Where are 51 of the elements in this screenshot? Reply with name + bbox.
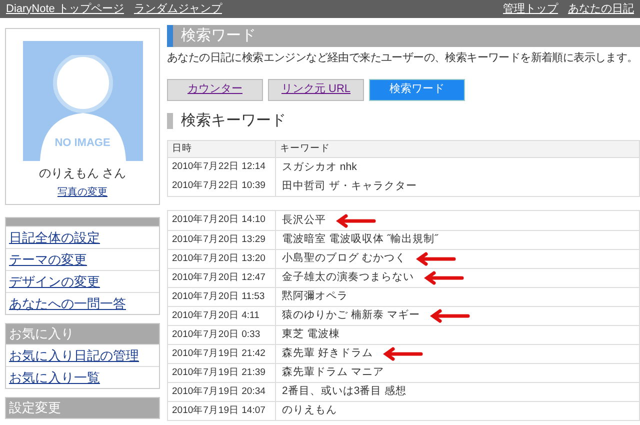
date-cell: 2010年7月19日 21:42	[168, 345, 276, 363]
section-heading: お気に入り	[6, 324, 159, 344]
keyword-cell-text: 猿のゆりかご 楠新泰 マギー	[282, 308, 420, 324]
sidebar-link[interactable]: 日記全体の設定	[9, 228, 100, 248]
nav-link[interactable]: ランダムジャンプ	[134, 0, 222, 18]
column-header: 日時	[168, 141, 276, 157]
date-cell: 2010年7月20日 11:53	[168, 288, 276, 306]
date-cell: 2010年7月19日 21:39	[168, 364, 276, 382]
keyword-cell-text: 小島聖のブログ むかつく	[282, 251, 406, 266]
section-title: 検索キーワード	[181, 110, 286, 130]
nav-link[interactable]: DiaryNote トップページ	[6, 0, 124, 18]
date-cell: 2010年7月20日 13:29	[168, 231, 276, 249]
tab[interactable]: リンク元 URL	[268, 78, 364, 100]
nav-link[interactable]: 管理トップ	[503, 0, 558, 18]
profile-name: のりえもん さん	[38, 165, 126, 182]
keyword-cell-text: 電波暗室 電波吸収体 ˝輸出規制˝	[282, 232, 438, 248]
keyword-cell-text: 黙阿彌オペラ	[282, 289, 348, 304]
date-cell: 2010年7月20日 14:10	[168, 211, 276, 230]
tab[interactable]: カウンター	[167, 78, 263, 100]
person-silhouette-icon	[38, 55, 128, 161]
date-cell: 2010年7月20日 4:11	[168, 307, 276, 325]
keyword-cell-text: 森先輩ドラム マニア	[282, 365, 384, 380]
page-description: あなたの日記に検索エンジンなど経由で来たユーザーの、検索キーワードを新着順に表示します。	[167, 50, 639, 66]
column-header: キーワード	[279, 142, 331, 156]
keyword-cell-text: 金子雄太の演奏つまらない	[282, 270, 414, 286]
title-marker	[167, 112, 173, 129]
sidebar-link[interactable]: デザインの変更	[9, 272, 100, 292]
section-heading: 設定変更	[6, 398, 159, 418]
sidebar-link[interactable]: お気に入り一覧	[9, 368, 100, 388]
nav-link[interactable]: あなたの日記	[568, 0, 634, 18]
date-cell: 2010年7月19日 20:34	[168, 383, 276, 401]
keyword-cell-text: 田中哲司 ザ・キャラクター	[282, 178, 417, 194]
keyword-cell-text: 長沢公平	[282, 212, 326, 228]
date-cell: 2010年7月20日 12:47	[168, 269, 276, 287]
photo-change-link[interactable]: 写真の変更	[58, 185, 108, 200]
avatar-caption: NO IMAGE	[54, 136, 112, 150]
date-cell: 2010年7月20日 13:20	[168, 250, 276, 268]
keyword-cell-text: のりえもん	[282, 403, 337, 418]
date-cell: 2010年7月20日 0:33	[168, 326, 276, 344]
tab[interactable]: 検索ワード	[369, 78, 465, 100]
keyword-cell-text: スガシカオ nhk	[282, 160, 357, 175]
date-cell: 2010年7月22日 12:14	[168, 158, 276, 177]
keyword-cell-text: 2番目、或いは3番目 感想	[282, 384, 407, 400]
date-cell: 2010年7月19日 14:07	[168, 402, 276, 420]
keyword-cell-text: 東芝 電波棟	[282, 327, 340, 342]
page-title: 検索ワード	[167, 25, 640, 47]
sidebar-link[interactable]: あなたへの一問一答	[9, 294, 126, 314]
sidebar-link[interactable]: お気に入り日記の管理	[9, 346, 139, 366]
sidebar-link[interactable]: テーマの変更	[9, 250, 87, 270]
date-cell: 2010年7月22日 10:39	[168, 177, 276, 196]
keyword-cell-text: 森先輩 好きドラム	[282, 346, 373, 362]
